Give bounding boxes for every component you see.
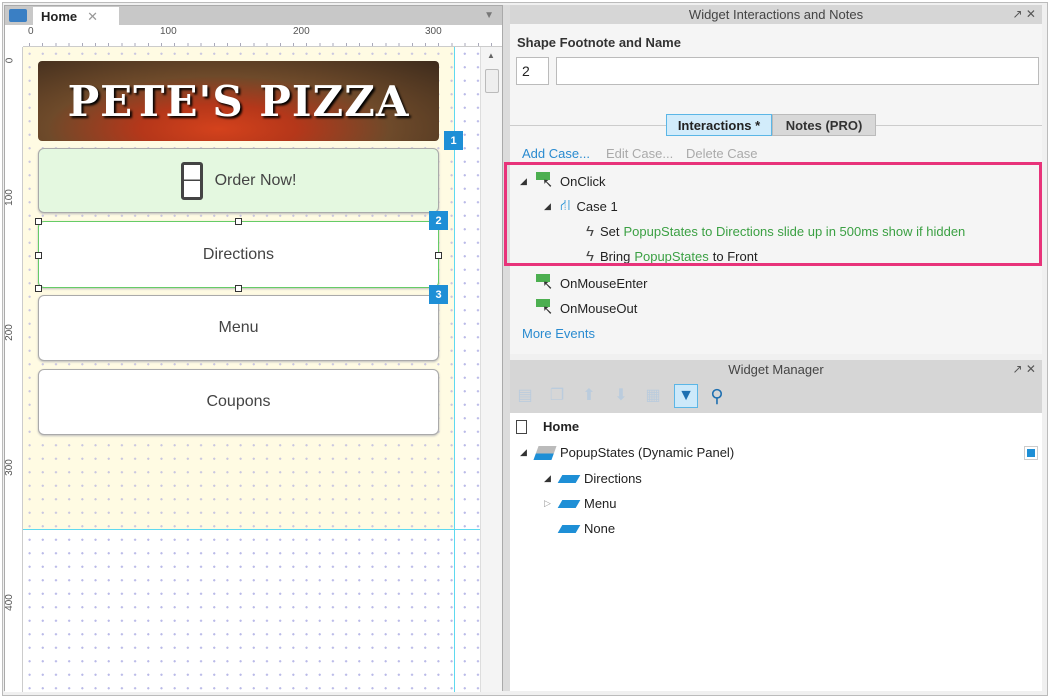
ruler-label: 0 — [4, 57, 16, 64]
directions-button[interactable]: Directions — [38, 221, 439, 288]
panel-splitter[interactable] — [503, 5, 510, 691]
state-label: Directions — [584, 471, 642, 486]
resize-handle[interactable] — [235, 218, 242, 225]
expand-triangle-icon[interactable]: ◢ — [544, 473, 554, 484]
state-none[interactable]: None — [557, 521, 616, 536]
scroll-up-icon[interactable]: ▲ — [487, 51, 495, 60]
state-icon — [557, 499, 581, 508]
ruler-label: 100 — [3, 189, 15, 206]
chevron-down-icon[interactable]: ▼ — [484, 10, 494, 21]
ruler-label: 200 — [293, 26, 310, 37]
state-icon — [557, 524, 581, 533]
event-label: OnMouseOut — [560, 300, 638, 316]
right-panels: Widget Interactions and Notes ↗ ✕ Shape F… — [504, 5, 1042, 691]
canvas-panel: Home ✕ ▼ 0 100 200 300 0 100 200 300 400 … — [3, 5, 503, 692]
widget-manager-toolbar: ▤ ❐ ⬆ ⬇ ▦ ▼ ⚲ — [510, 379, 1042, 413]
design-canvas[interactable]: PETE'S PIZZA Order Now! Directions Menu … — [23, 47, 480, 692]
event-label: OnMouseEnter — [560, 275, 648, 291]
collapse-triangle-icon[interactable]: ▷ — [544, 498, 554, 509]
coupons-button[interactable]: Coupons — [38, 369, 439, 435]
phone-icon — [180, 161, 203, 200]
widget-tree: Home ◢ PopupStates (Dynamic Panel) ◢ Direc… — [510, 413, 1042, 691]
state-menu[interactable]: ▷ Menu — [544, 496, 617, 511]
tab-label: Home — [41, 9, 78, 24]
ruler-label: 200 — [3, 324, 15, 341]
panel-controls[interactable]: ↗ ✕ — [1013, 360, 1036, 379]
menu-button[interactable]: Menu — [38, 295, 439, 361]
button-label: Order Now! — [214, 171, 297, 189]
ruler-label: 300 — [425, 26, 442, 37]
resize-handle[interactable] — [35, 218, 42, 225]
name-input[interactable] — [556, 57, 1039, 85]
tab-home[interactable]: Home ✕ — [33, 7, 119, 26]
state-icon — [557, 474, 581, 483]
order-now-button[interactable]: Order Now! — [38, 148, 439, 213]
add-case-link[interactable]: Add Case... — [522, 146, 590, 161]
resize-handle[interactable] — [435, 252, 442, 259]
page-icon — [516, 419, 527, 434]
tab-notes[interactable]: Notes (PRO) — [772, 114, 876, 136]
duplicate-icon[interactable]: ❐ — [548, 387, 566, 405]
move-down-icon[interactable]: ⬇ — [612, 387, 630, 405]
add-state-icon[interactable]: ▤ — [516, 387, 534, 405]
panel-title: Widget Interactions and Notes — [688, 7, 864, 22]
interactions-panel: Shape Footnote and Name 2 Interactions *… — [504, 24, 1042, 354]
page-label: Home — [543, 419, 580, 434]
delete-case-link[interactable]: Delete Case — [686, 146, 758, 161]
expand-triangle-icon[interactable]: ◢ — [520, 447, 530, 458]
footnote-badge[interactable]: 3 — [429, 285, 448, 304]
event-icon — [536, 299, 554, 317]
ruler-label: 100 — [160, 26, 177, 37]
state-label: Menu — [584, 496, 617, 511]
button-label: Menu — [218, 319, 259, 336]
ruler-label: 0 — [28, 26, 34, 37]
state-label: None — [584, 521, 616, 536]
ruler-top: 0 100 200 300 — [23, 25, 502, 47]
vertical-scrollbar[interactable]: ▲ — [480, 47, 502, 692]
resize-handle[interactable] — [235, 285, 242, 292]
search-icon[interactable]: ⚲ — [708, 387, 726, 405]
page-home[interactable]: Home — [516, 419, 579, 434]
more-events-link[interactable]: More Events — [522, 326, 595, 341]
dynamic-panel-icon — [533, 445, 557, 460]
tab-interactions[interactable]: Interactions * — [666, 114, 772, 136]
edit-state-icon[interactable]: ▦ — [644, 387, 662, 405]
footnote-input[interactable]: 2 — [516, 57, 549, 85]
sitemap-icon[interactable] — [9, 9, 27, 22]
dynamic-panel-row[interactable]: ◢ PopupStates (Dynamic Panel) — [520, 445, 1038, 460]
ruler-left: 0 100 200 300 400 — [3, 47, 23, 692]
visibility-toggle[interactable] — [1024, 445, 1038, 460]
scrollbar-thumb[interactable] — [485, 69, 499, 93]
event-icon — [536, 274, 554, 292]
event-onmouseenter[interactable]: OnMouseEnter — [536, 274, 647, 292]
ruler-label: 300 — [3, 459, 15, 476]
tab-bar: Home ✕ ▼ — [5, 6, 502, 26]
panel-title: Widget Manager — [728, 362, 824, 377]
highlight-box — [504, 162, 1042, 266]
edit-case-link[interactable]: Edit Case... — [606, 146, 673, 161]
button-label: Coupons — [206, 393, 271, 410]
footnote-badge[interactable]: 1 — [444, 131, 463, 150]
banner-text: PETE'S PIZZA — [67, 76, 410, 126]
guide-horizontal — [23, 529, 480, 530]
widget-manager-title: Widget Manager ↗ ✕ — [510, 360, 1042, 379]
pizza-banner-image[interactable]: PETE'S PIZZA — [38, 61, 439, 141]
resize-handle[interactable] — [35, 252, 42, 259]
panel-controls[interactable]: ↗ ✕ — [1013, 5, 1036, 24]
state-directions[interactable]: ◢ Directions — [544, 471, 642, 486]
filter-icon[interactable]: ▼ — [674, 384, 698, 408]
footnote-label: Shape Footnote and Name — [517, 35, 681, 50]
button-label: Directions — [202, 245, 275, 263]
move-up-icon[interactable]: ⬆ — [580, 387, 598, 405]
resize-handle[interactable] — [35, 285, 42, 292]
close-icon[interactable]: ✕ — [87, 9, 98, 24]
event-onmouseout[interactable]: OnMouseOut — [536, 299, 637, 317]
ruler-label: 400 — [3, 594, 15, 611]
footnote-badge[interactable]: 2 — [429, 211, 448, 230]
panel-label: PopupStates (Dynamic Panel) — [560, 445, 735, 460]
interactions-panel-title: Widget Interactions and Notes ↗ ✕ — [510, 5, 1042, 24]
